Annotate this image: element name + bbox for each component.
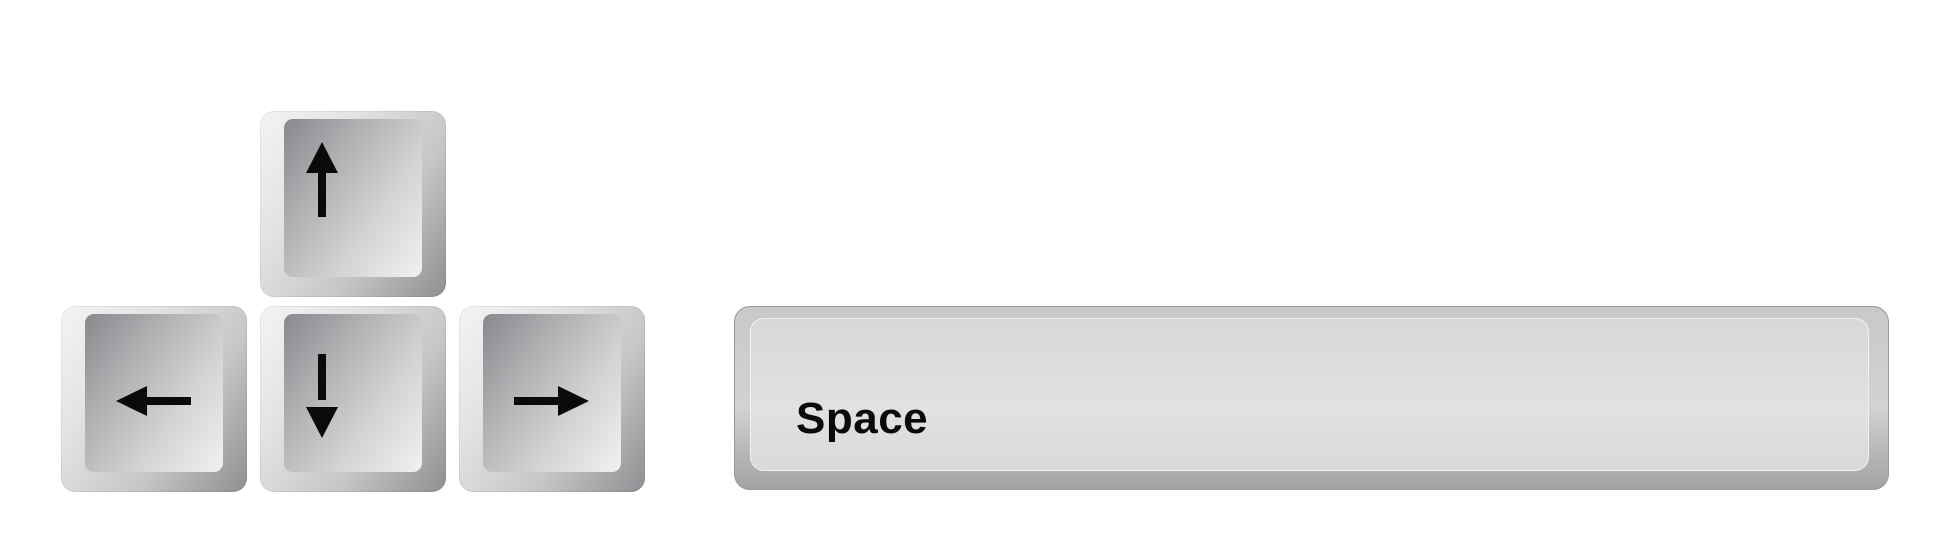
- arrow-up-icon: [306, 142, 338, 217]
- arrow-right-key[interactable]: [459, 306, 645, 492]
- arrow-right-key-face: [483, 314, 621, 472]
- arrow-down-key-face: [284, 314, 422, 472]
- arrow-right-icon: [514, 386, 589, 416]
- arrow-down-icon: [306, 354, 338, 438]
- space-key-label: Space: [796, 394, 929, 443]
- arrow-down-key[interactable]: [260, 306, 446, 492]
- arrow-up-key-face: [284, 119, 422, 277]
- arrow-left-key[interactable]: [61, 306, 247, 492]
- arrow-left-key-face: [85, 314, 223, 472]
- arrow-up-key[interactable]: [260, 111, 446, 297]
- space-key[interactable]: Space: [734, 306, 1889, 490]
- space-key-face: Space: [750, 318, 1869, 471]
- arrow-left-icon: [116, 386, 191, 416]
